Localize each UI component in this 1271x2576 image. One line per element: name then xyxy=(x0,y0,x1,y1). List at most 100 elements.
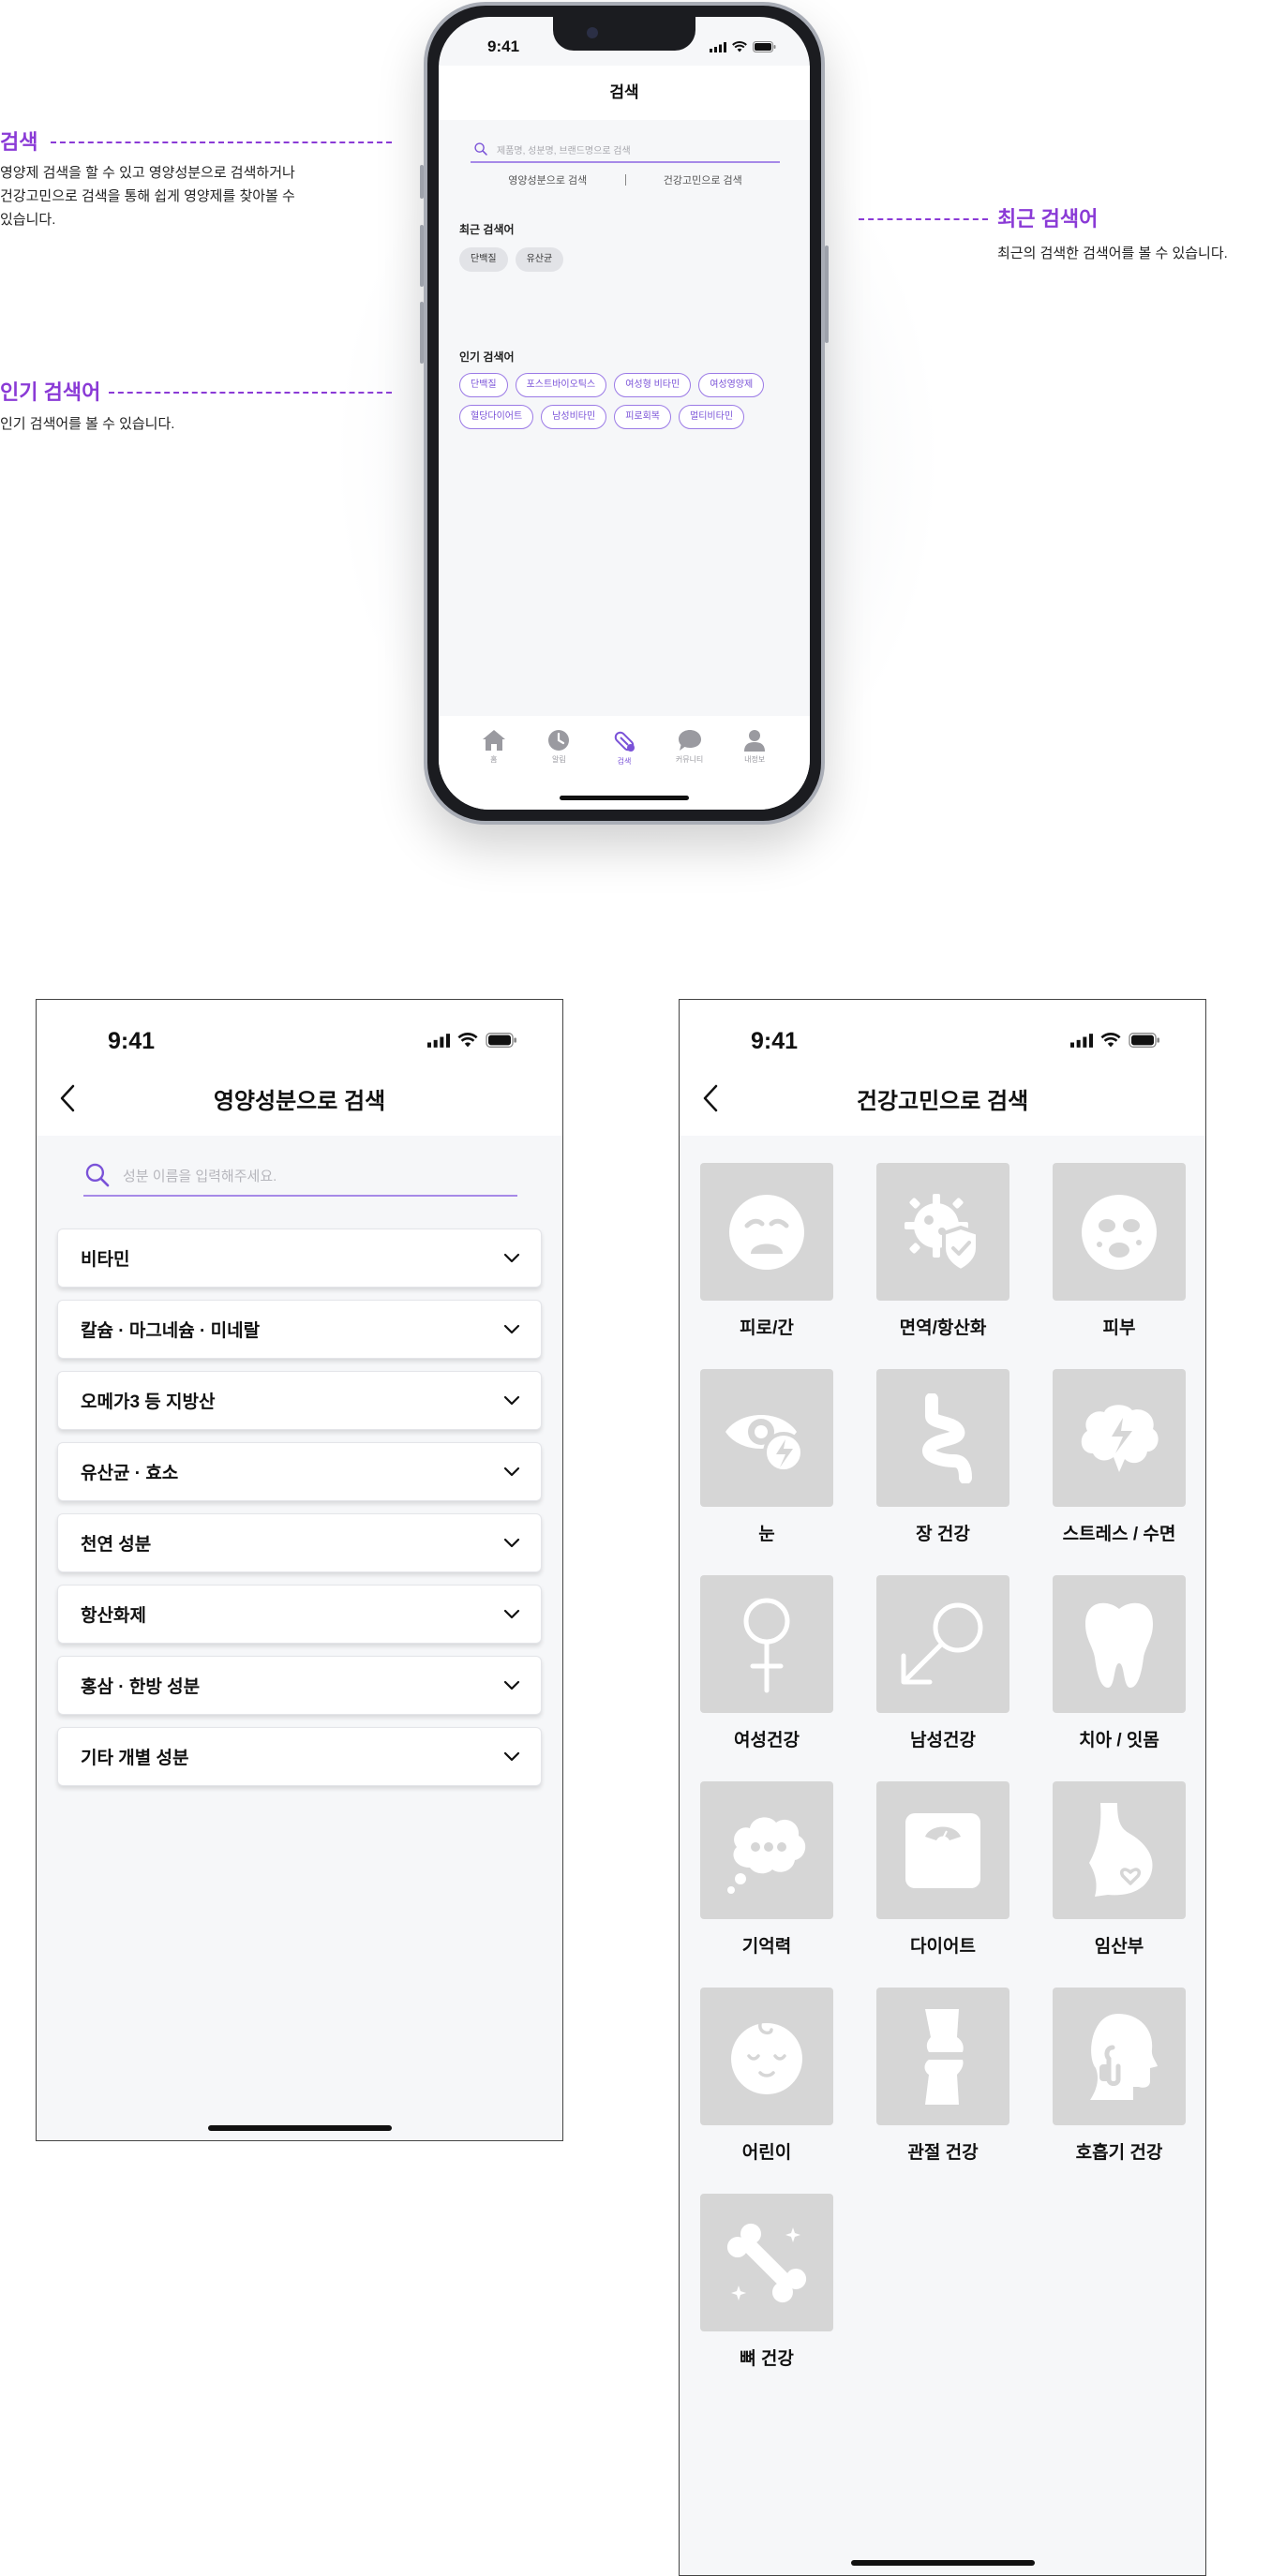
concern-category[interactable]: 기억력 xyxy=(700,1781,833,1958)
chevron-down-icon xyxy=(503,1253,520,1263)
concern-category[interactable]: 남성건강 xyxy=(876,1575,1009,1751)
popular-search-chip[interactable]: 혈당다이어트 xyxy=(459,405,534,429)
annotation-title: 인기 검색어 xyxy=(0,380,101,404)
signal-icon xyxy=(710,41,726,52)
accordion-label: 항산화제 xyxy=(81,1606,146,1626)
accordion-label: 칼슘 · 마그네슘 · 미네랄 xyxy=(81,1321,261,1341)
nav-label: 내정보 xyxy=(744,755,766,764)
home-indicator xyxy=(207,2125,392,2131)
concern-category[interactable]: 임산부 xyxy=(1053,1781,1186,1958)
scale-icon xyxy=(905,1812,980,1888)
popular-search-chip[interactable]: 포스트바이오틱스 xyxy=(515,373,607,397)
concern-category[interactable]: 호흡기 건강 xyxy=(1053,1988,1186,2164)
page-title: 검색 xyxy=(439,66,810,120)
concern-category[interactable]: 치아 / 잇몸 xyxy=(1053,1575,1186,1751)
popular-search-chip[interactable]: 여성영양제 xyxy=(698,373,765,397)
concern-category[interactable]: 피부 xyxy=(1053,1163,1186,1339)
concern-category[interactable]: 장 건강 xyxy=(876,1369,1009,1545)
category-label: 눈 xyxy=(758,1525,775,1544)
concern-category[interactable]: 뼈 건강 xyxy=(700,2194,833,2370)
status-icons xyxy=(1070,1033,1160,1048)
annotation-line: 최근의 검색한 검색어를 볼 수 있습니다. xyxy=(997,246,1228,261)
category-label: 스트레스 / 수면 xyxy=(1062,1525,1176,1544)
battery-icon xyxy=(753,41,776,52)
concern-category[interactable]: 스트레스 / 수면 xyxy=(1053,1369,1186,1545)
accordion-item[interactable]: 천연 성분 xyxy=(57,1513,542,1572)
annotation-recent-desc: 최근의 검색한 검색어를 볼 수 있습니다. xyxy=(997,242,1269,265)
concern-search-screen: 9:41 건강고민으로 검색 피로/간 면역/항산화 피부 눈 장 건강 스트레… xyxy=(679,999,1206,2576)
category-tile xyxy=(700,1163,833,1301)
camera-icon xyxy=(587,27,598,38)
category-tile xyxy=(1053,1988,1186,2125)
recent-search-chip[interactable]: 유산균 xyxy=(515,247,564,272)
annotation-line: 있습니다. xyxy=(0,212,56,228)
popular-searches-title: 인기 검색어 xyxy=(459,350,515,364)
category-label: 임산부 xyxy=(1094,1937,1144,1957)
popular-searches: 단백질 포스트바이오틱스 여성형 비타민 여성영양제 혈당다이어트 남성비타민 … xyxy=(459,373,791,429)
nav-label: 검색 xyxy=(617,757,632,766)
annotation-line: 인기 검색어를 볼 수 있습니다. xyxy=(0,416,175,432)
accordion-label: 홍삼 · 한방 성분 xyxy=(81,1677,201,1697)
accordion-item[interactable]: 홍삼 · 한방 성분 xyxy=(57,1656,542,1715)
immune-shield-icon xyxy=(905,1193,979,1273)
tooth-icon xyxy=(1085,1602,1153,1688)
ingredient-search-input[interactable]: 성분 이름을 입력해주세요. xyxy=(83,1155,517,1197)
tab-ingredient-search[interactable]: 영양성분으로 검색 xyxy=(471,172,625,187)
wifi-icon xyxy=(457,1033,478,1048)
tab-concern-search[interactable]: 건강고민으로 검색 xyxy=(626,172,781,187)
signal-icon xyxy=(1070,1033,1093,1048)
screen-header: 9:41 건강고민으로 검색 xyxy=(680,1000,1205,1136)
popular-search-chip[interactable]: 여성형 비타민 xyxy=(614,373,692,397)
category-label: 여성건강 xyxy=(734,1731,800,1750)
signal-icon xyxy=(427,1033,450,1048)
accordion-item[interactable]: 기타 개별 성분 xyxy=(57,1727,542,1786)
concern-category[interactable]: 눈 xyxy=(700,1369,833,1545)
pregnant-icon xyxy=(1089,1802,1153,1897)
accordion-item[interactable]: 유산균 · 효소 xyxy=(57,1442,542,1501)
nav-my-info[interactable]: 내정보 xyxy=(728,729,781,810)
concern-category[interactable]: 면역/항산화 xyxy=(876,1163,1009,1339)
thought-bubble-icon xyxy=(727,1816,806,1894)
recent-search-chip[interactable]: 단백질 xyxy=(459,247,508,272)
category-tile xyxy=(700,2194,833,2331)
annotation-title: 최근 검색어 xyxy=(997,207,1099,231)
annotation-search: 검색 xyxy=(0,126,37,156)
concern-category[interactable]: 어린이 xyxy=(700,1988,833,2164)
status-time: 9:41 xyxy=(751,1028,799,1054)
concern-category[interactable]: 피로/간 xyxy=(700,1163,833,1339)
screen-header: 9:41 영양성분으로 검색 xyxy=(37,1000,562,1136)
accordion-label: 기타 개별 성분 xyxy=(81,1749,189,1768)
nav-home[interactable]: 홈 xyxy=(468,729,520,810)
accordion-label: 오메가3 등 지방산 xyxy=(81,1392,216,1412)
knee-joint-icon xyxy=(924,2008,964,2105)
search-input[interactable]: 제품명, 성분명, 브랜드명으로 검색 xyxy=(471,137,780,163)
category-tile xyxy=(876,1575,1009,1713)
concern-category[interactable]: 여성건강 xyxy=(700,1575,833,1751)
category-label: 뼈 건강 xyxy=(740,2349,794,2369)
category-label: 피로/간 xyxy=(740,1318,794,1338)
annotation-title: 검색 xyxy=(0,130,38,154)
battery-icon xyxy=(486,1033,516,1048)
accordion-item[interactable]: 오메가3 등 지방산 xyxy=(57,1371,542,1430)
popular-search-chip[interactable]: 단백질 xyxy=(459,373,508,397)
search-icon xyxy=(474,142,487,156)
accordion-label: 유산균 · 효소 xyxy=(81,1464,179,1483)
accordion-item[interactable]: 칼슘 · 마그네슘 · 미네랄 xyxy=(57,1300,542,1359)
chevron-down-icon xyxy=(503,1680,520,1690)
concern-category[interactable]: 관절 건강 xyxy=(876,1988,1009,2164)
annotation-popular-desc: 인기 검색어를 볼 수 있습니다. xyxy=(0,412,300,436)
search-body: 제품명, 성분명, 브랜드명으로 검색 영양성분으로 검색 건강고민으로 검색 … xyxy=(439,120,810,716)
phone-side-button xyxy=(420,302,424,364)
category-label: 관절 건강 xyxy=(907,2143,979,2163)
status-icons xyxy=(710,41,776,52)
accordion-item[interactable]: 비타민 xyxy=(57,1228,542,1288)
home-indicator xyxy=(560,796,689,800)
intestine-icon xyxy=(921,1392,972,1483)
popular-search-chip[interactable]: 남성비타민 xyxy=(541,405,607,429)
accordion-item[interactable]: 항산화제 xyxy=(57,1585,542,1644)
popular-search-chip[interactable]: 피로회복 xyxy=(614,405,672,429)
popular-search-chip[interactable]: 멀티비타민 xyxy=(679,405,745,429)
annotation-search-desc: 영양제 검색을 할 수 있고 영양성분으로 검색하거나 건강고민으로 검색을 통… xyxy=(0,161,319,231)
concern-category[interactable]: 다이어트 xyxy=(876,1781,1009,1958)
category-tile xyxy=(876,1988,1009,2125)
